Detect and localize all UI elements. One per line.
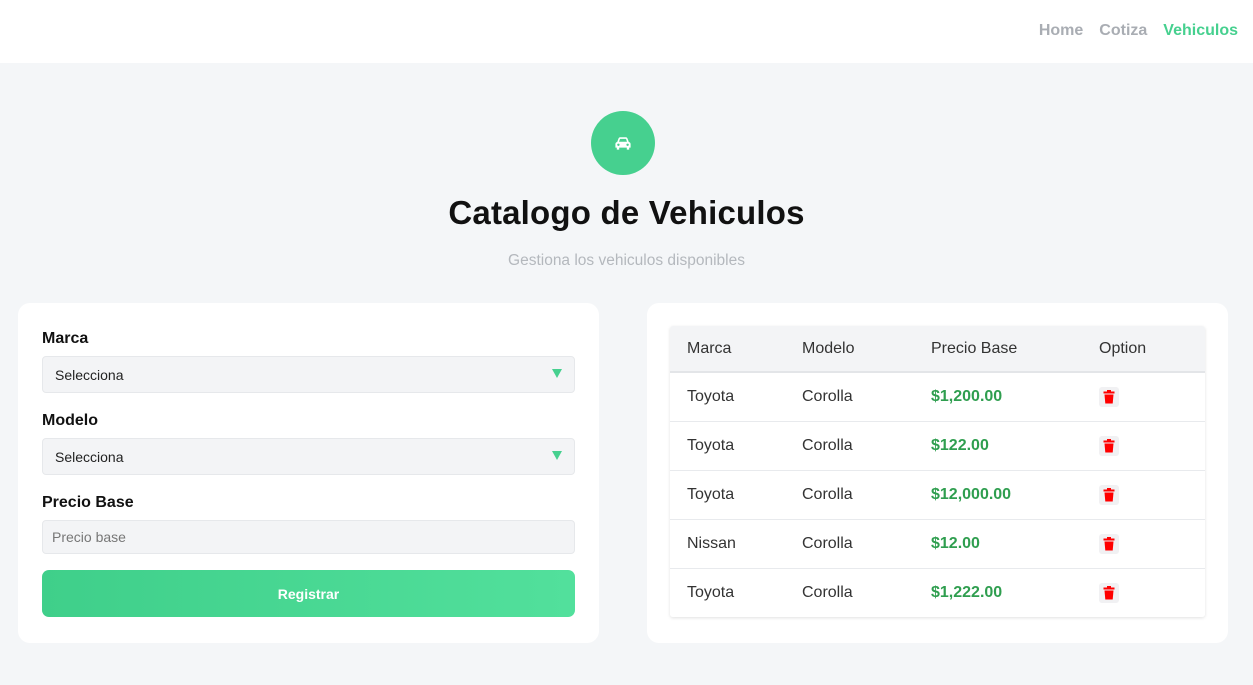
cell-precio: $1,200.00 bbox=[931, 387, 1003, 405]
cell-precio: $1,222.00 bbox=[931, 583, 1003, 601]
vehicle-table: Marca Modelo Precio Base Option Toyota C… bbox=[670, 326, 1205, 617]
nav-link-vehiculos[interactable]: Vehiculos bbox=[1163, 22, 1238, 40]
cell-modelo: Corolla bbox=[802, 387, 853, 405]
trash-icon bbox=[1103, 536, 1115, 550]
cell-marca: Toyota bbox=[687, 436, 735, 454]
column-header-marca: Marca bbox=[687, 339, 732, 357]
delete-button[interactable] bbox=[1099, 582, 1119, 603]
cell-marca: Toyota bbox=[687, 583, 735, 601]
precio-base-input[interactable] bbox=[42, 520, 575, 554]
trash-icon bbox=[1103, 438, 1115, 452]
delete-button[interactable] bbox=[1099, 386, 1119, 407]
nav-link-home[interactable]: Home bbox=[1039, 22, 1083, 40]
modelo-select-value: Selecciona bbox=[55, 448, 124, 465]
trash-icon bbox=[1103, 487, 1115, 501]
precio-label: Precio Base bbox=[42, 494, 134, 511]
cell-modelo: Corolla bbox=[802, 583, 853, 601]
table-row: Nissan Corolla $12.00 bbox=[670, 519, 1205, 568]
trash-icon bbox=[1103, 389, 1115, 404]
top-navbar: Home Cotiza Vehiculos bbox=[0, 0, 1253, 63]
vehicle-table-card: Marca Modelo Precio Base Option Toyota C… bbox=[647, 303, 1228, 643]
caret-down-icon bbox=[552, 369, 562, 378]
delete-button[interactable] bbox=[1099, 533, 1119, 554]
delete-button[interactable] bbox=[1099, 435, 1119, 456]
column-header-modelo: Modelo bbox=[802, 339, 855, 357]
marca-select-value: Selecciona bbox=[55, 366, 124, 383]
cell-precio: $12.00 bbox=[931, 534, 980, 552]
cell-option bbox=[1082, 519, 1205, 568]
cell-modelo: Corolla bbox=[802, 485, 853, 503]
cell-marca: Nissan bbox=[687, 534, 736, 552]
nav-link-cotiza[interactable]: Cotiza bbox=[1099, 22, 1147, 40]
modelo-select[interactable]: Selecciona bbox=[42, 438, 575, 475]
cell-option bbox=[1082, 421, 1205, 470]
cell-option bbox=[1082, 372, 1205, 421]
table-row: Toyota Corolla $1,222.00 bbox=[670, 568, 1205, 617]
cell-option bbox=[1082, 470, 1205, 519]
cell-modelo: Corolla bbox=[802, 436, 853, 454]
cell-precio: $12,000.00 bbox=[931, 485, 1012, 503]
table-row: Toyota Corolla $12,000.00 bbox=[670, 470, 1205, 519]
caret-down-icon bbox=[552, 451, 562, 460]
car-icon bbox=[615, 136, 631, 150]
vehicle-form-card: Marca Selecciona Modelo Selecciona Preci… bbox=[18, 303, 599, 643]
table-row: Toyota Corolla $1,200.00 bbox=[670, 372, 1205, 421]
cell-precio: $122.00 bbox=[931, 436, 989, 454]
page-subtitle: Gestiona los vehiculos disponibles bbox=[508, 252, 745, 269]
cell-option bbox=[1082, 568, 1205, 617]
hero-badge bbox=[591, 111, 655, 175]
marca-label: Marca bbox=[42, 330, 89, 347]
trash-icon bbox=[1103, 585, 1115, 600]
main-nav: Home Cotiza Vehiculos bbox=[1039, 22, 1238, 40]
cell-modelo: Corolla bbox=[802, 534, 853, 552]
cell-marca: Toyota bbox=[687, 387, 735, 405]
delete-button[interactable] bbox=[1099, 484, 1119, 505]
cell-marca: Toyota bbox=[687, 485, 735, 503]
modelo-label: Modelo bbox=[42, 412, 98, 429]
column-header-precio: Precio Base bbox=[931, 339, 1018, 357]
table-header-row: Marca Modelo Precio Base Option bbox=[670, 326, 1205, 372]
page-title: Catalogo de Vehiculos bbox=[448, 194, 805, 231]
vehicle-table-wrapper: Marca Modelo Precio Base Option Toyota C… bbox=[670, 326, 1205, 617]
column-header-option: Option bbox=[1099, 339, 1147, 357]
marca-select[interactable]: Selecciona bbox=[42, 356, 575, 393]
register-button[interactable]: Registrar bbox=[42, 570, 575, 617]
table-row: Toyota Corolla $122.00 bbox=[670, 421, 1205, 470]
